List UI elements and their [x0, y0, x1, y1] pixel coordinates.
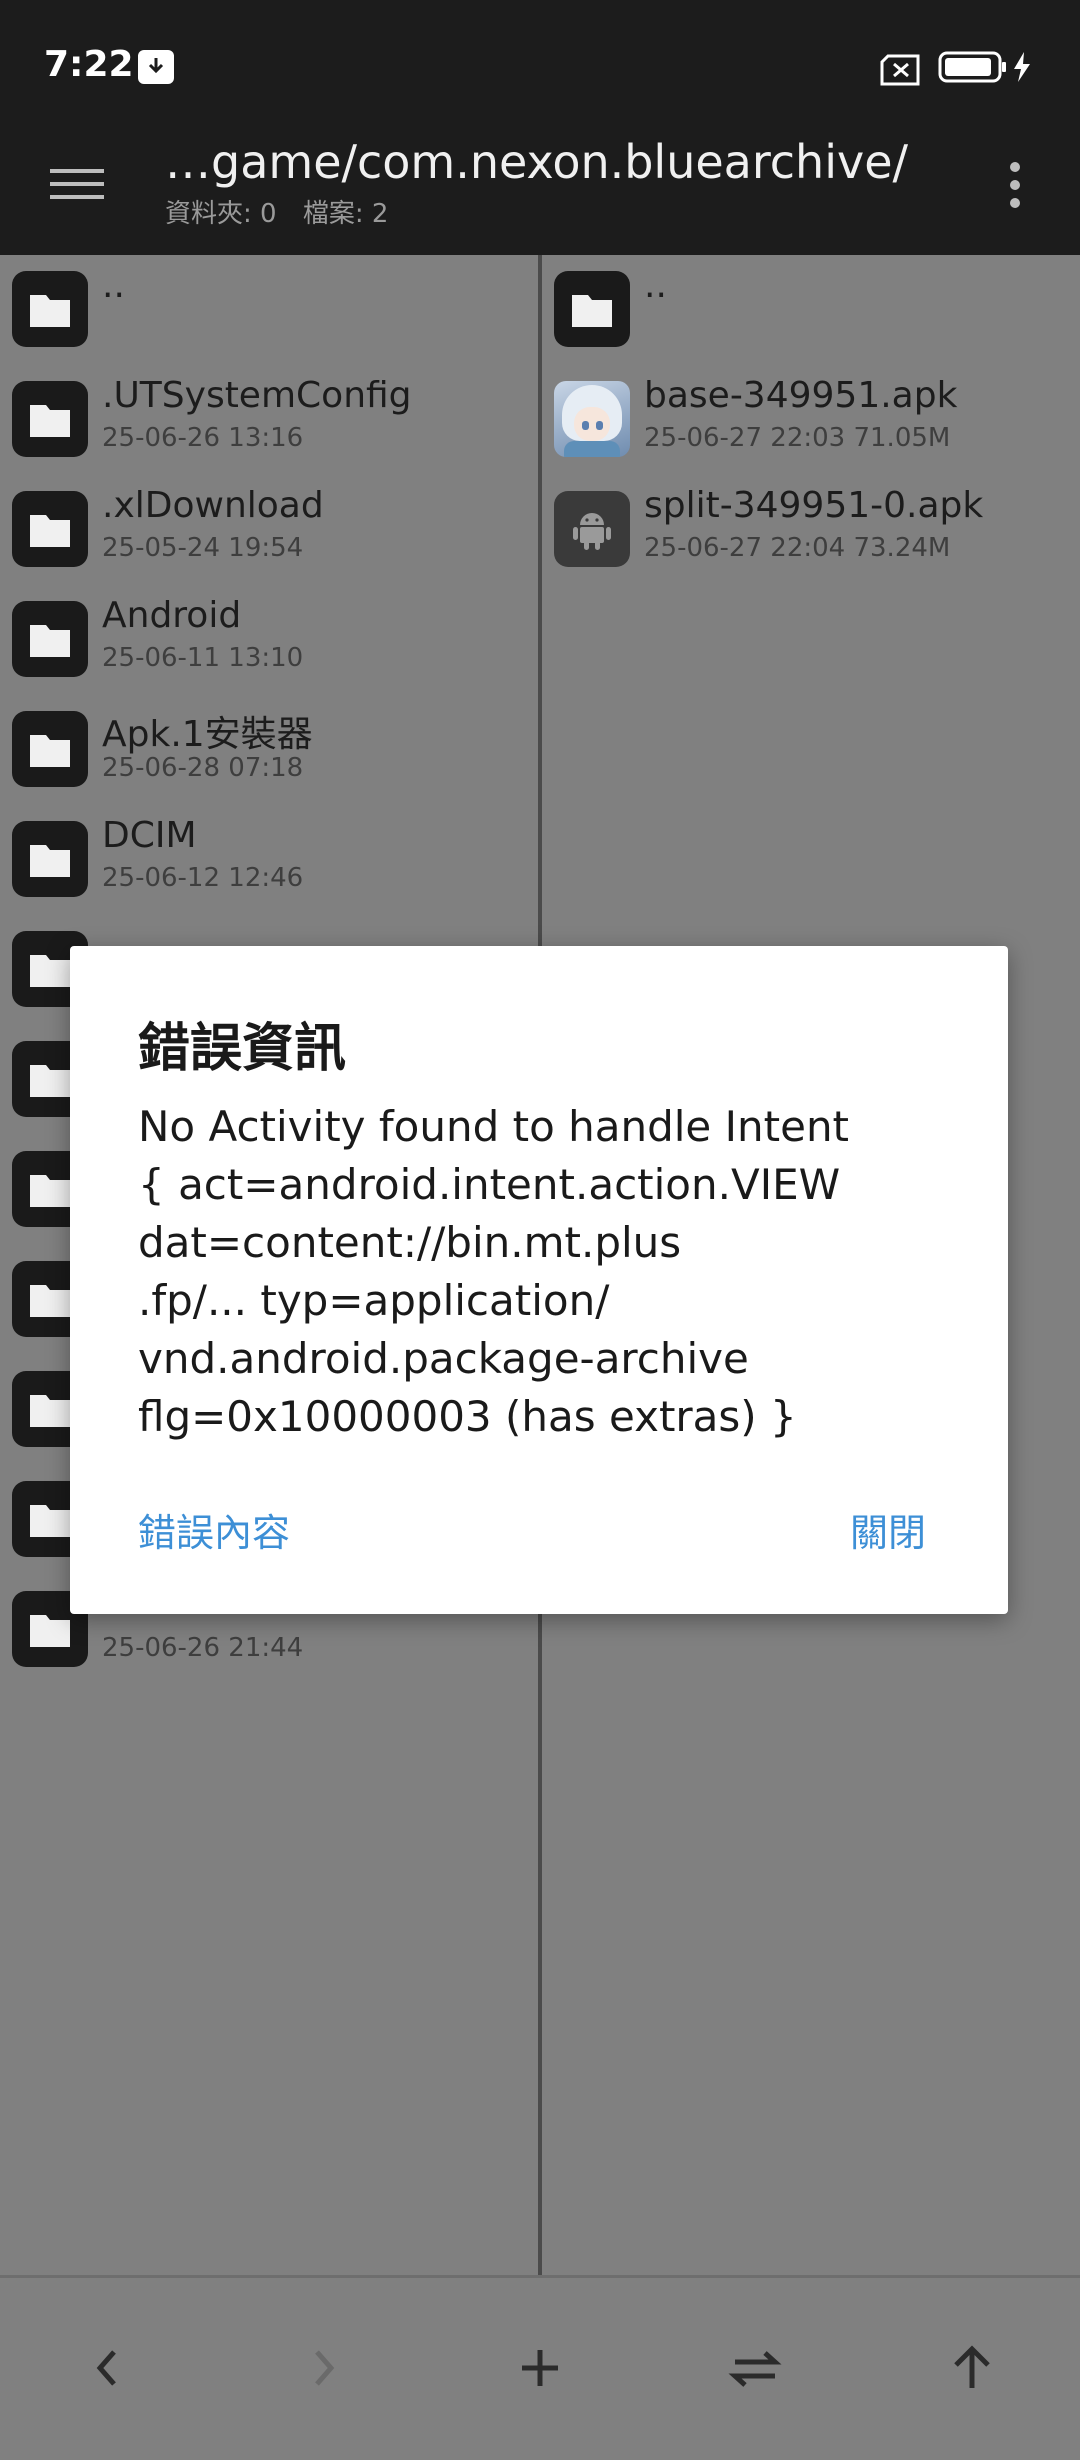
folder-icon — [12, 381, 88, 457]
folder-count: 資料夾: 0 — [165, 199, 277, 229]
file-row[interactable]: Android 25-06-11 13:10 — [0, 585, 538, 695]
status-bar: 7:22 — [0, 0, 1080, 135]
charging-icon — [1014, 52, 1030, 82]
folder-icon — [12, 271, 88, 347]
file-name: DCIM — [102, 815, 197, 856]
download-notification-icon — [138, 50, 174, 84]
file-name: base-349951.apk — [644, 375, 958, 416]
file-name: Android — [102, 595, 242, 636]
more-options-icon[interactable] — [1000, 155, 1030, 215]
error-dialog: 錯誤資訊 No Activity found to handle Intent … — [70, 946, 1008, 1614]
file-count: 檔案: 2 — [302, 199, 389, 229]
file-meta: 25-06-26 21:44 — [102, 1633, 304, 1663]
folder-icon — [12, 711, 88, 787]
current-path[interactable]: …game/com.nexon.bluearchive/ — [165, 135, 908, 189]
dialog-message: No Activity found to handle Intent { act… — [138, 1102, 850, 1441]
file-name: Apk.1安裝器 — [102, 714, 313, 755]
bottom-toolbar — [0, 2275, 1080, 2460]
file-meta: 25-06-11 13:10 — [102, 643, 304, 673]
apk-thumbnail-icon — [554, 381, 630, 457]
folder-icon — [12, 821, 88, 897]
file-row[interactable]: base-349951.apk 25-06-27 22:03 71.05M — [542, 365, 1080, 475]
add-icon[interactable] — [510, 2338, 570, 2398]
file-meta: 25-06-12 12:46 — [102, 863, 304, 893]
dialog-title: 錯誤資訊 — [138, 1019, 347, 1079]
file-meta: 25-06-27 22:03 71.05M — [644, 423, 951, 453]
swap-panes-icon[interactable] — [725, 2338, 785, 2398]
file-name: .. — [102, 265, 125, 306]
folder-icon — [12, 601, 88, 677]
file-name: .UTSystemConfig — [102, 375, 412, 416]
file-meta: 25-06-27 22:04 73.24M — [644, 533, 951, 563]
file-name: .. — [644, 265, 667, 306]
file-meta: 25-06-26 13:16 — [102, 423, 304, 453]
toolbar: …game/com.nexon.bluearchive/ 資料夾: 0 檔案: … — [0, 135, 1080, 255]
no-sim-icon — [880, 54, 920, 86]
file-row[interactable]: .UTSystemConfig 25-06-26 13:16 — [0, 365, 538, 475]
file-row[interactable]: DCIM 25-06-12 12:46 — [0, 805, 538, 915]
close-button[interactable]: 關閉 — [850, 1502, 926, 1557]
file-row[interactable]: Apk.1安裝器 25-06-28 07:18 — [0, 695, 538, 805]
android-apk-icon — [554, 491, 630, 567]
battery-icon — [938, 51, 1006, 83]
forward-arrow-icon[interactable] — [293, 2338, 353, 2398]
file-row[interactable]: .. — [542, 255, 1080, 365]
hamburger-menu-icon[interactable] — [50, 155, 104, 209]
up-arrow-icon[interactable] — [942, 2338, 1002, 2398]
file-meta: 25-06-28 07:18 — [102, 753, 304, 783]
file-row[interactable]: split-349951-0.apk 25-06-27 22:04 73.24M — [542, 475, 1080, 585]
status-time: 7:22 — [44, 44, 134, 85]
file-name: split-349951-0.apk — [644, 485, 984, 526]
file-name: .xlDownload — [102, 485, 324, 526]
file-row[interactable]: .xlDownload 25-05-24 19:54 — [0, 475, 538, 585]
folder-icon — [554, 271, 630, 347]
file-meta: 25-05-24 19:54 — [102, 533, 304, 563]
path-summary: 資料夾: 0 檔案: 2 — [165, 193, 406, 230]
file-row[interactable]: .. — [0, 255, 538, 365]
back-arrow-icon[interactable] — [78, 2338, 138, 2398]
folder-icon — [12, 491, 88, 567]
error-details-button[interactable]: 錯誤內容 — [138, 1502, 290, 1557]
